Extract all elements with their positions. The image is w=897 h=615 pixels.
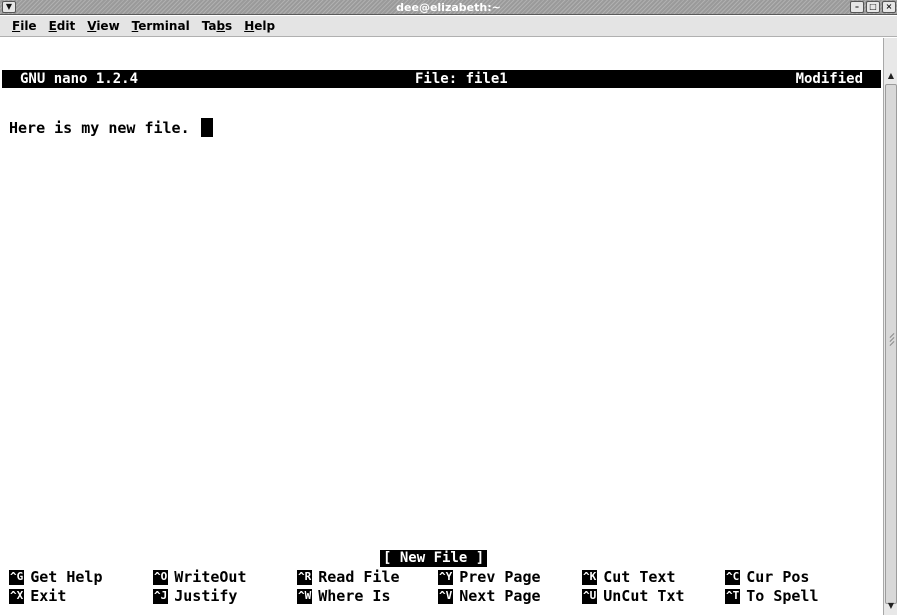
shortcut-row-2: ^X Exit ^J Justify ^W Where Is ^V Next Page …: [9, 587, 883, 605]
shortcut-cur-pos[interactable]: ^C Cur Pos: [725, 568, 809, 586]
nano-status-message: [ New File ]: [380, 550, 488, 567]
shortcut-label: Prev Page: [459, 568, 541, 586]
window-titlebar[interactable]: ▼ dee@elizabeth:~ – □ ×: [0, 0, 897, 15]
shortcut-key: ^W: [297, 588, 313, 604]
shortcut-exit[interactable]: ^X Exit: [9, 587, 66, 605]
menu-terminal[interactable]: Terminal: [126, 16, 196, 37]
shortcut-key: ^J: [153, 588, 169, 604]
shortcut-label: Cut Text: [603, 568, 676, 586]
window-title: dee@elizabeth:~: [396, 1, 501, 14]
menu-label-post: ile: [20, 18, 37, 33]
shortcut-label: WriteOut: [174, 568, 247, 586]
terminal-area[interactable]: GNU nano 1.2.4 File: file1 Modified Here…: [0, 38, 883, 615]
menu-label-pre: Ta: [201, 18, 217, 33]
menu-mnemonic: V: [87, 18, 97, 33]
shortcut-label: UnCut Txt: [603, 587, 685, 605]
shortcut-key: ^T: [725, 588, 741, 604]
menu-label-post: elp: [254, 18, 276, 33]
menu-view[interactable]: View: [81, 16, 125, 37]
shortcut-prev-page[interactable]: ^Y Prev Page: [438, 568, 541, 586]
scrollbar-thumb[interactable]: [885, 84, 897, 604]
shortcut-cut-text[interactable]: ^K Cut Text: [582, 568, 676, 586]
menu-label-post: iew: [96, 18, 120, 33]
menu-mnemonic: H: [244, 18, 255, 33]
shortcut-key: ^R: [297, 569, 313, 585]
shortcut-justify[interactable]: ^J Justify: [153, 587, 237, 605]
shortcut-label: Read File: [318, 568, 400, 586]
close-button[interactable]: ×: [882, 1, 896, 13]
editor-text-line[interactable]: Here is my new file.: [9, 118, 213, 137]
menu-tabs[interactable]: Tabs: [196, 16, 239, 37]
menu-mnemonic: F: [12, 18, 21, 33]
nano-header: GNU nano 1.2.4 File: file1 Modified: [2, 70, 881, 88]
shortcut-label: Get Help: [30, 568, 103, 586]
menu-edit[interactable]: Edit: [43, 16, 82, 37]
editor-content: Here is my new file.: [9, 119, 199, 137]
window-menu-button[interactable]: ▼: [2, 1, 16, 13]
menu-label-post: erminal: [138, 18, 190, 33]
shortcut-writeout[interactable]: ^O WriteOut: [153, 568, 247, 586]
shortcut-key: ^K: [582, 569, 598, 585]
chevron-down-icon: ▼: [5, 2, 13, 11]
shortcut-label: Where Is: [318, 587, 391, 605]
shortcut-key: ^U: [582, 588, 598, 604]
scroll-up-arrow-icon[interactable]: ▲: [885, 70, 897, 82]
shortcut-label: Justify: [174, 587, 238, 605]
shortcut-key: ^V: [438, 588, 454, 604]
close-icon: ×: [885, 2, 893, 11]
menu-label-post: dit: [56, 18, 76, 33]
scroll-down-arrow-icon[interactable]: ▼: [885, 600, 897, 612]
shortcut-key: ^O: [153, 569, 169, 585]
shortcut-key: ^Y: [438, 569, 454, 585]
shortcut-row-1: ^G Get Help ^O WriteOut ^R Read File ^Y Prev…: [9, 568, 883, 586]
shortcut-to-spell[interactable]: ^T To Spell: [725, 587, 819, 605]
shortcut-label: Next Page: [459, 587, 541, 605]
nano-version: GNU nano 1.2.4: [20, 71, 139, 87]
shortcut-read-file[interactable]: ^R Read File: [297, 568, 400, 586]
terminal-scrollbar[interactable]: ▲ ▼: [883, 38, 897, 615]
shortcut-label: Exit: [30, 587, 67, 605]
shortcut-label: To Spell: [746, 587, 819, 605]
shortcut-key: ^G: [9, 569, 25, 585]
shortcut-get-help[interactable]: ^G Get Help: [9, 568, 103, 586]
shortcut-where-is[interactable]: ^W Where Is: [297, 587, 391, 605]
menu-mnemonic: b: [216, 18, 226, 33]
menu-mnemonic: E: [48, 18, 57, 33]
menubar: File Edit View Terminal Tabs Help: [0, 16, 897, 37]
shortcut-uncut-text[interactable]: ^U UnCut Txt: [582, 587, 685, 605]
maximize-icon: □: [869, 2, 877, 11]
menu-label-post: s: [225, 18, 233, 33]
window-controls: – □ ×: [850, 1, 896, 13]
shortcut-key: ^C: [725, 569, 741, 585]
maximize-button[interactable]: □: [866, 1, 880, 13]
nano-filename: File: file1: [415, 71, 508, 87]
menu-help[interactable]: Help: [238, 16, 281, 37]
text-cursor: [200, 118, 213, 137]
shortcut-key: ^X: [9, 588, 25, 604]
shortcut-next-page[interactable]: ^V Next Page: [438, 587, 541, 605]
minimize-icon: –: [855, 2, 859, 11]
menu-file[interactable]: File: [6, 16, 43, 37]
shortcut-label: Cur Pos: [746, 568, 810, 586]
minimize-button[interactable]: –: [850, 1, 864, 13]
nano-modified-status: Modified: [795, 71, 863, 87]
